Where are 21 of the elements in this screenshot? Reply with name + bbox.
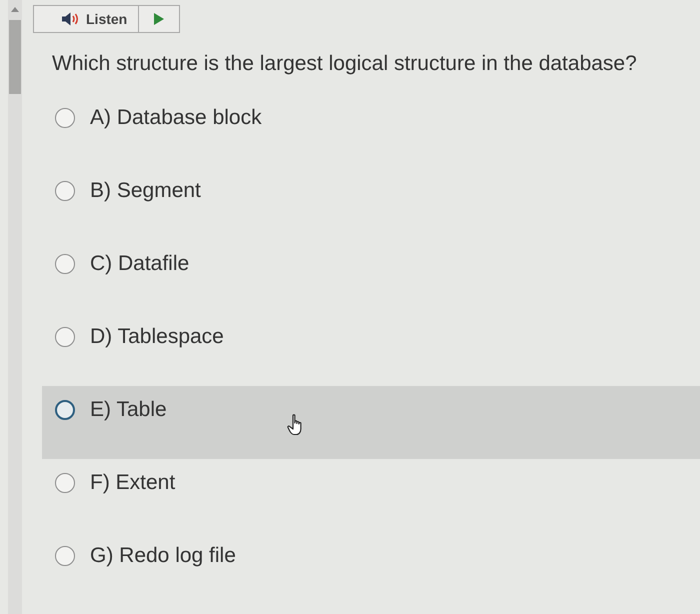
answer-text[interactable]: D) Tablespace [90,325,224,349]
radio-button[interactable] [55,546,75,566]
radio-button[interactable] [55,473,75,493]
hover-highlight-row[interactable]: E) Table [42,386,700,459]
question-text: Which structure is the largest logical structure in the database? [52,52,637,76]
radio-button[interactable] [55,254,75,274]
answer-text[interactable]: F) Extent [90,471,176,495]
play-icon [154,13,164,25]
radio-button[interactable] [55,108,75,128]
speaker-icon [62,12,80,26]
answer-text[interactable]: E) Table [90,398,167,422]
answer-text[interactable]: G) Redo log file [90,544,236,568]
scrollbar-thumb[interactable] [9,20,21,94]
radio-button[interactable] [55,327,75,347]
answer-text[interactable]: A) Database block [90,106,262,130]
radio-button[interactable] [55,181,75,201]
answer-text[interactable]: B) Segment [90,179,201,203]
radio-button[interactable] [55,400,75,420]
hand-cursor-icon [287,414,304,436]
answer-text[interactable]: C) Datafile [90,252,190,276]
scroll-up-icon[interactable] [11,7,19,12]
